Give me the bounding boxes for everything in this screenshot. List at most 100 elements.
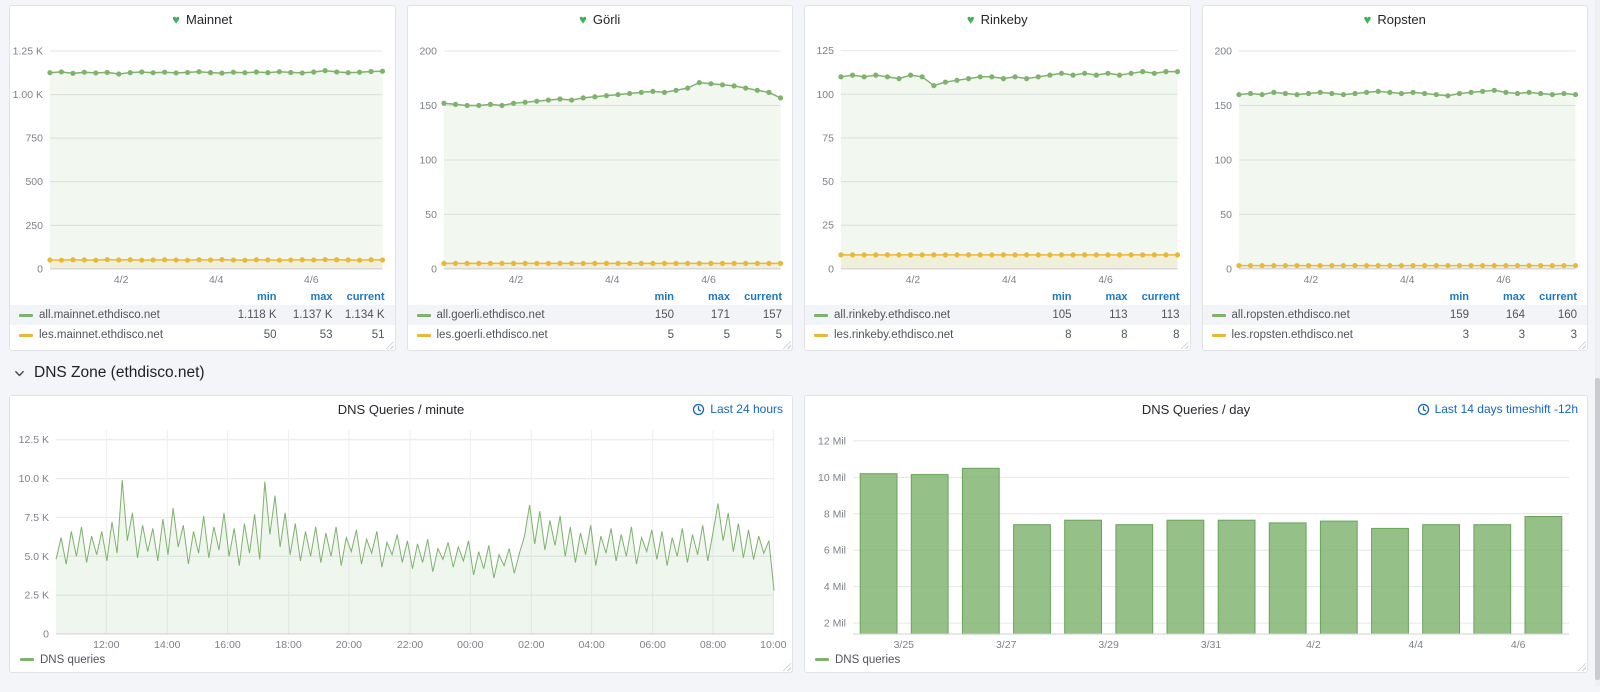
series-name[interactable]: DNS queries (835, 654, 900, 666)
svg-text:50: 50 (1220, 210, 1232, 221)
svg-text:4 Mil: 4 Mil (824, 581, 846, 593)
svg-text:0: 0 (431, 264, 437, 275)
page-scrollbar[interactable] (1595, 0, 1600, 687)
dns-day-legend: DNS queries (805, 652, 1587, 672)
legend-sort-max[interactable]: max (674, 291, 730, 303)
panel-header-goerli[interactable]: ♥ Görli (408, 6, 793, 32)
svg-text:200: 200 (419, 47, 437, 58)
legend-sort-max[interactable]: max (1072, 291, 1128, 303)
svg-text:06:00: 06:00 (640, 639, 666, 651)
panel-header-dns-day[interactable]: DNS Queries / day Last 14 days timeshift… (805, 396, 1587, 422)
legend-sort-current[interactable]: current (333, 291, 395, 303)
svg-text:3/29: 3/29 (1098, 639, 1119, 651)
panel-header-dns-minute[interactable]: DNS Queries / minute Last 24 hours (10, 396, 792, 422)
clock-icon (692, 403, 705, 416)
series-name[interactable]: all.mainnet.ethdisco.net (39, 309, 160, 321)
series-name[interactable]: les.rinkeby.ethdisco.net (834, 329, 953, 341)
svg-text:4/4: 4/4 (1399, 275, 1414, 286)
svg-text:00:00: 00:00 (457, 639, 483, 651)
series-color-dash[interactable] (814, 314, 828, 317)
rinkeby-timeseries-chart[interactable]: 02550751001254/24/44/6 (805, 32, 1190, 287)
series-name[interactable]: les.mainnet.ethdisco.net (39, 329, 163, 341)
series-max: 8 (1072, 329, 1128, 341)
series-color-dash[interactable] (20, 658, 34, 661)
series-current: 157 (730, 309, 792, 321)
series-color-dash[interactable] (19, 334, 33, 337)
mainnet-timeseries-chart[interactable]: 02505007501.00 K1.25 K4/24/44/6 (10, 32, 395, 287)
series-color-dash[interactable] (417, 334, 431, 337)
legend-row: all.ropsten.ethdisco.net 159 164 160 (1203, 305, 1588, 325)
ropsten-timeseries-chart[interactable]: 0501001502004/24/44/6 (1203, 32, 1588, 287)
legend-row: les.goerli.ethdisco.net 5 5 5 (408, 325, 793, 345)
series-max: 113 (1072, 309, 1128, 321)
legend-sort-min[interactable]: min (1016, 291, 1072, 303)
series-color-dash[interactable] (417, 314, 431, 317)
svg-text:200: 200 (1214, 47, 1232, 58)
svg-text:12 Mil: 12 Mil (818, 435, 846, 447)
panel-header-ropsten[interactable]: ♥ Ropsten (1203, 6, 1588, 32)
series-name[interactable]: les.ropsten.ethdisco.net (1232, 329, 1353, 341)
series-name[interactable]: all.rinkeby.ethdisco.net (834, 309, 950, 321)
series-color-dash[interactable] (814, 334, 828, 337)
dns-minute-legend: DNS queries (10, 652, 792, 672)
series-current: 5 (730, 329, 792, 341)
svg-text:02:00: 02:00 (518, 639, 544, 651)
series-min: 5 (618, 329, 674, 341)
svg-text:75: 75 (822, 133, 834, 144)
time-range-text: Last 24 hours (710, 402, 783, 416)
legend-header-row: min max current (1203, 288, 1588, 305)
series-name[interactable]: all.ropsten.ethdisco.net (1232, 309, 1350, 321)
health-heart-icon: ♥ (579, 13, 587, 26)
svg-text:4/2: 4/2 (906, 275, 921, 286)
legend-sort-min[interactable]: min (1413, 291, 1469, 303)
svg-text:1.00 K: 1.00 K (13, 90, 43, 101)
legend-sort-min[interactable]: min (221, 291, 277, 303)
svg-text:150: 150 (1214, 101, 1232, 112)
time-range-link[interactable]: Last 24 hours (692, 396, 783, 422)
svg-text:100: 100 (1214, 155, 1232, 166)
legend-sort-min[interactable]: min (618, 291, 674, 303)
svg-text:25: 25 (822, 221, 834, 232)
series-current: 113 (1128, 309, 1190, 321)
dashboard-row-dns-zone[interactable]: DNS Zone (ethdisco.net) (0, 351, 1600, 395)
legend-sort-max[interactable]: max (1469, 291, 1525, 303)
svg-text:0: 0 (43, 629, 49, 641)
dns-panels-row: DNS Queries / minute Last 24 hours 02.5 … (9, 395, 1588, 673)
panel-header-rinkeby[interactable]: ♥ Rinkeby (805, 6, 1190, 32)
chevron-down-icon (14, 368, 25, 379)
panel-ropsten: ♥ Ropsten 0501001502004/24/44/6 min max … (1202, 5, 1589, 351)
svg-text:4/6: 4/6 (304, 275, 319, 286)
series-name[interactable]: all.goerli.ethdisco.net (437, 309, 545, 321)
time-range-link[interactable]: Last 14 days timeshift -12h (1417, 396, 1578, 422)
series-min: 159 (1413, 309, 1469, 321)
svg-text:16:00: 16:00 (214, 639, 240, 651)
legend-sort-current[interactable]: current (1128, 291, 1190, 303)
panel-goerli: ♥ Görli 0501001502004/24/44/6 min max cu… (407, 5, 794, 351)
series-color-dash[interactable] (815, 658, 829, 661)
series-name[interactable]: les.goerli.ethdisco.net (437, 329, 548, 341)
series-current: 3 (1525, 329, 1587, 341)
dns-day-chart[interactable]: 2 Mil4 Mil6 Mil8 Mil10 Mil12 Mil3/253/27… (805, 422, 1587, 652)
page-scrollbar-thumb[interactable] (1595, 378, 1600, 680)
panel-mainnet: ♥ Mainnet 02505007501.00 K1.25 K4/24/44/… (9, 5, 396, 351)
panel-title: DNS Queries / day (1142, 402, 1250, 417)
goerli-timeseries-chart[interactable]: 0501001502004/24/44/6 (408, 32, 793, 287)
svg-text:12.5 K: 12.5 K (19, 434, 49, 446)
dns-minute-chart[interactable]: 02.5 K5.0 K7.5 K10.0 K12.5 K12:0014:0016… (10, 422, 792, 652)
goerli-legend: min max current all.goerli.ethdisco.net … (408, 287, 793, 350)
legend-row: les.rinkeby.ethdisco.net 8 8 8 (805, 325, 1190, 345)
series-name[interactable]: DNS queries (40, 654, 105, 666)
health-heart-icon: ♥ (1364, 13, 1372, 26)
series-color-dash[interactable] (1212, 314, 1226, 317)
series-color-dash[interactable] (1212, 334, 1226, 337)
svg-text:100: 100 (419, 155, 437, 166)
legend-sort-current[interactable]: current (730, 291, 792, 303)
legend-sort-current[interactable]: current (1525, 291, 1587, 303)
series-current: 51 (333, 329, 395, 341)
row-title: DNS Zone (ethdisco.net) (34, 364, 205, 382)
panel-header-mainnet[interactable]: ♥ Mainnet (10, 6, 395, 32)
svg-text:7.5 K: 7.5 K (24, 512, 49, 524)
series-current: 1.134 K (333, 309, 395, 321)
legend-sort-max[interactable]: max (277, 291, 333, 303)
series-color-dash[interactable] (19, 314, 33, 317)
